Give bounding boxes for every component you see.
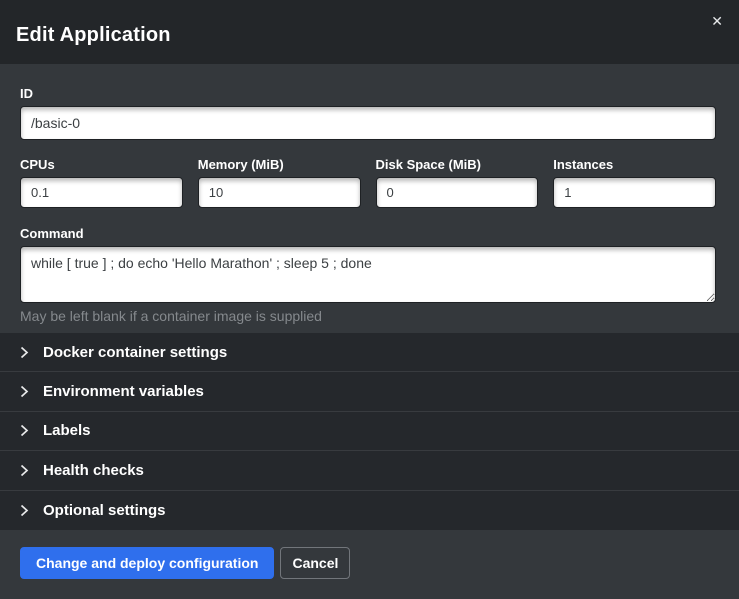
section-label: Labels [43, 422, 91, 439]
cpus-field-label: CPUs [20, 157, 183, 172]
section-label: Environment variables [43, 383, 204, 400]
change-and-deploy-button[interactable]: Change and deploy configuration [20, 547, 274, 579]
instances-input[interactable] [553, 177, 716, 208]
disk-field-group: Disk Space (MiB) [376, 157, 539, 208]
chevron-right-icon [20, 385, 29, 398]
command-textarea[interactable]: while [ true ] ; do echo 'Hello Marathon… [20, 246, 716, 303]
instances-field-group: Instances [553, 157, 716, 208]
modal-header: Edit Application ✕ [0, 0, 739, 64]
command-field-label: Command [20, 226, 716, 241]
chevron-right-icon [20, 464, 29, 477]
disk-input[interactable] [376, 177, 539, 208]
memory-field-group: Memory (MiB) [198, 157, 361, 208]
memory-field-label: Memory (MiB) [198, 157, 361, 172]
section-label: Health checks [43, 462, 144, 479]
chevron-right-icon [20, 424, 29, 437]
cpus-field-group: CPUs [20, 157, 183, 208]
chevron-right-icon [20, 346, 29, 359]
section-docker-container-settings[interactable]: Docker container settings [0, 333, 739, 372]
modal-footer: Change and deploy configuration Cancel [0, 530, 739, 599]
chevron-right-icon [20, 504, 29, 517]
resources-row: CPUs Memory (MiB) Disk Space (MiB) Insta… [20, 157, 716, 208]
command-field-group: Command while [ true ] ; do echo 'Hello … [20, 226, 716, 324]
edit-application-modal: Edit Application ✕ ID CPUs Memory (MiB) … [0, 0, 739, 599]
id-input[interactable] [20, 106, 716, 140]
modal-title: Edit Application [16, 24, 171, 47]
section-environment-variables[interactable]: Environment variables [0, 372, 739, 411]
memory-input[interactable] [198, 177, 361, 208]
id-field-group: ID [20, 86, 716, 140]
section-label: Docker container settings [43, 344, 227, 361]
section-optional-settings[interactable]: Optional settings [0, 491, 739, 530]
instances-field-label: Instances [553, 157, 716, 172]
section-health-checks[interactable]: Health checks [0, 451, 739, 490]
section-label: Optional settings [43, 502, 166, 519]
application-form: ID CPUs Memory (MiB) Disk Space (MiB) In… [0, 64, 739, 333]
section-labels[interactable]: Labels [0, 412, 739, 451]
cpus-input[interactable] [20, 177, 183, 208]
accordion-sections: Docker container settings Environment va… [0, 333, 739, 530]
disk-field-label: Disk Space (MiB) [376, 157, 539, 172]
command-helper-text: May be left blank if a container image i… [20, 308, 716, 324]
id-field-label: ID [20, 86, 716, 101]
cancel-button[interactable]: Cancel [280, 547, 350, 579]
close-icon[interactable]: ✕ [711, 14, 723, 28]
